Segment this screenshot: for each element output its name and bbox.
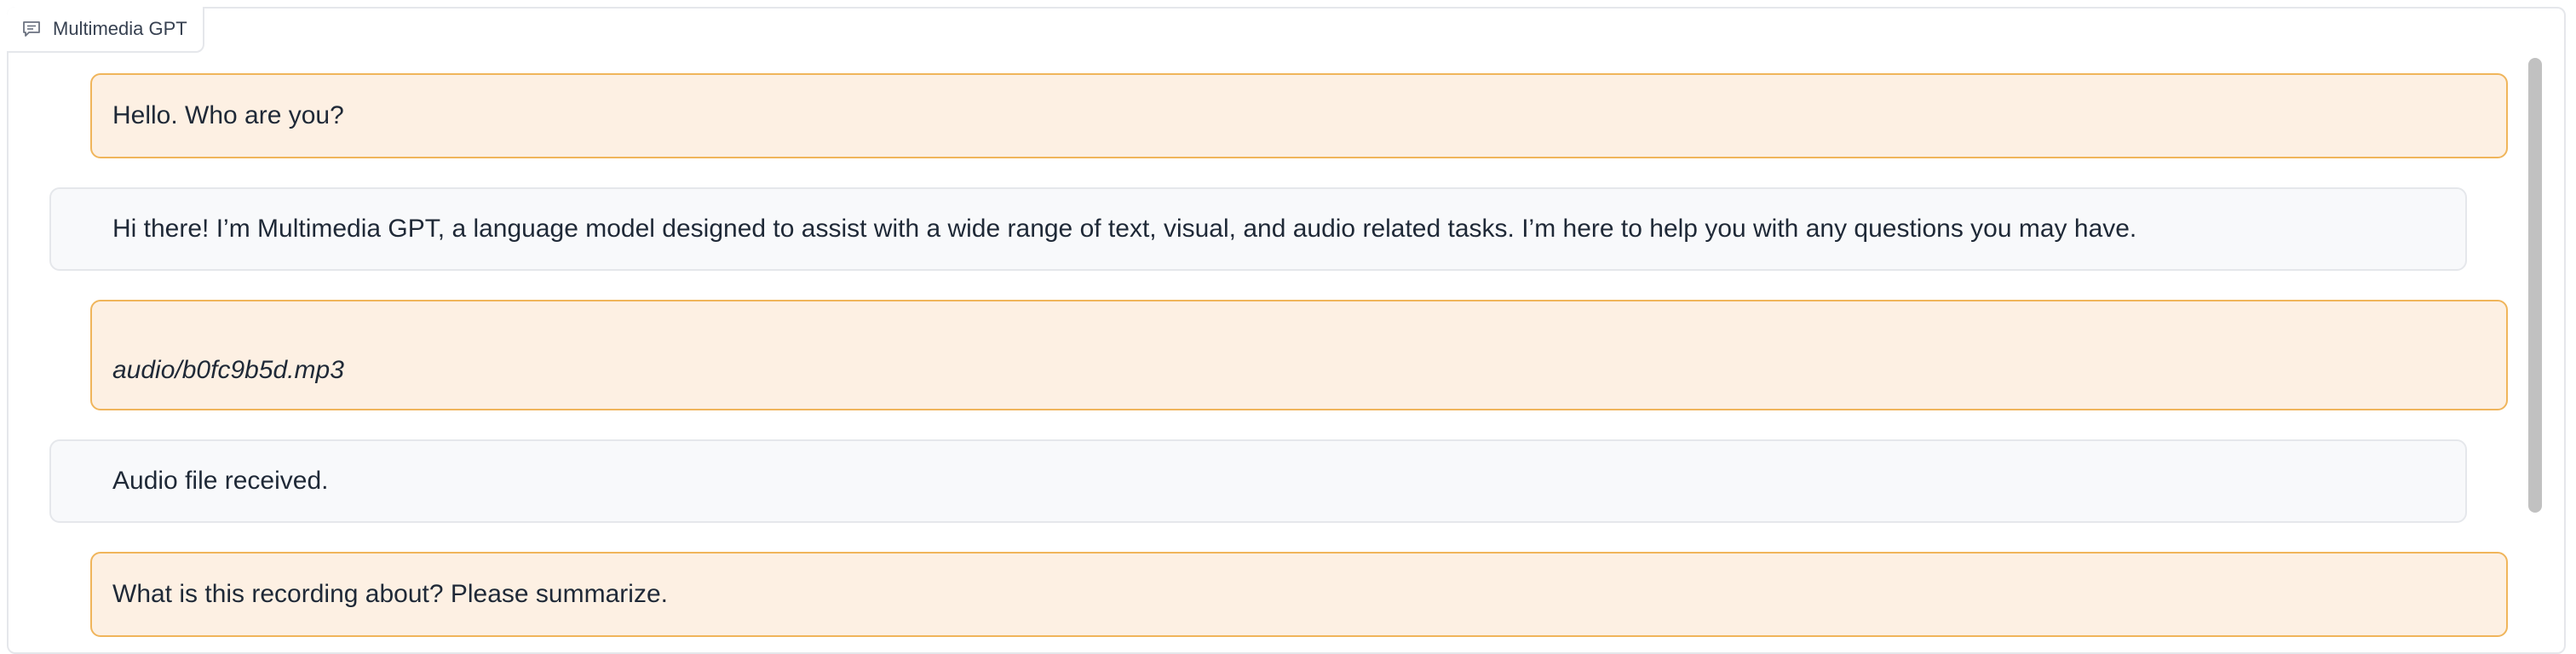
user-message: audio/b0fc9b5d.mp3 [90, 300, 2508, 410]
message-text: Audio file received. [112, 467, 329, 495]
audio-file-name[interactable]: audio/b0fc9b5d.mp3 [112, 356, 344, 385]
message-text: What is this recording about? Please sum… [112, 580, 668, 608]
bot-message: Audio file received. [49, 439, 2467, 523]
message-text: Hi there! I’m Multimedia GPT, a language… [112, 215, 2137, 243]
chat-icon [22, 20, 41, 37]
bot-message: Hi there! I’m Multimedia GPT, a language… [49, 187, 2467, 271]
scrollbar-thumb[interactable] [2528, 58, 2542, 513]
chatbot-label-text: Multimedia GPT [53, 18, 187, 39]
message-text: Hello. Who are you? [112, 101, 344, 129]
user-message: Hello. Who are you? [90, 73, 2508, 158]
chat-history[interactable]: Hello. Who are you? Hi there! I’m Multim… [9, 54, 2521, 645]
user-message: What is this recording about? Please sum… [90, 552, 2508, 637]
chatbot-label: Multimedia GPT [7, 7, 204, 53]
